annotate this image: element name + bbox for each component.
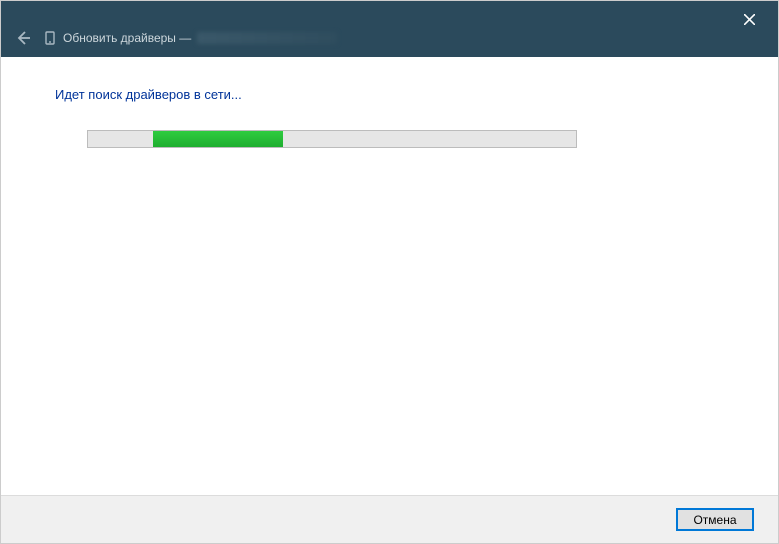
device-name-redacted [197, 32, 337, 44]
footer: Отмена [1, 495, 778, 543]
title-prefix: Обновить драйверы — [63, 31, 191, 45]
close-button[interactable] [728, 5, 770, 33]
status-text: Идет поиск драйверов в сети... [55, 87, 730, 102]
titlebar: Обновить драйверы — [1, 1, 778, 57]
progress-bar [87, 130, 577, 148]
driver-update-window: Обновить драйверы — Идет поиск драйверов… [0, 0, 779, 544]
content-area: Идет поиск драйверов в сети... [1, 57, 778, 495]
cancel-button[interactable]: Отмена [676, 508, 754, 531]
device-icon [45, 31, 55, 45]
back-button[interactable] [15, 30, 31, 46]
window-title: Обновить драйверы — [63, 31, 337, 45]
progress-indicator [153, 131, 283, 147]
